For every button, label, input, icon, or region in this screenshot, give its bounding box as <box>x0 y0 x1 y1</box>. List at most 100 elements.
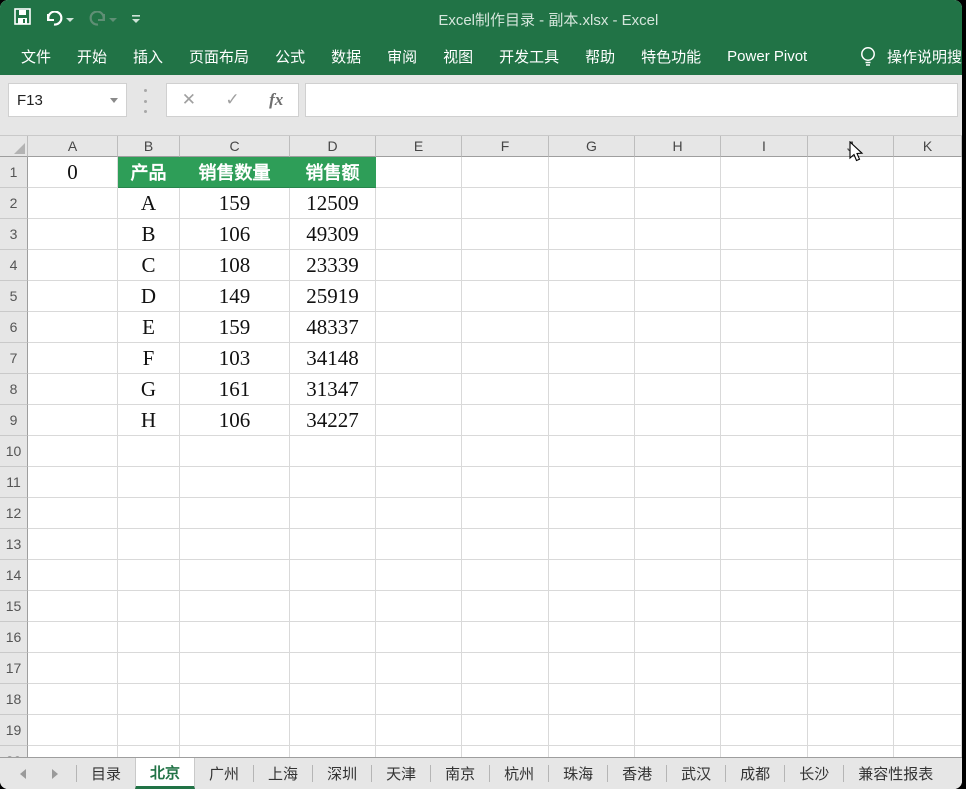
ribbon-tab-开发工具[interactable]: 开发工具 <box>486 38 572 75</box>
cell-E9[interactable] <box>376 405 462 436</box>
cell-B8[interactable]: G <box>118 374 180 405</box>
save-icon[interactable] <box>14 8 31 30</box>
cell-F18[interactable] <box>462 684 549 715</box>
cancel-icon[interactable]: ✕ <box>182 90 196 110</box>
cell-F1[interactable] <box>462 157 549 188</box>
cell-D14[interactable] <box>290 560 376 591</box>
cell-D13[interactable] <box>290 529 376 560</box>
column-header-C[interactable]: C <box>180 136 290 157</box>
ribbon-tab-公式[interactable]: 公式 <box>262 38 318 75</box>
cell-G3[interactable] <box>549 219 635 250</box>
cell-F13[interactable] <box>462 529 549 560</box>
cell-A20[interactable] <box>28 746 118 757</box>
cell-K20[interactable] <box>894 746 962 757</box>
sheet-tab-北京[interactable]: 北京 <box>135 758 195 789</box>
cell-K7[interactable] <box>894 343 962 374</box>
cell-C12[interactable] <box>180 498 290 529</box>
cell-G5[interactable] <box>549 281 635 312</box>
cell-I14[interactable] <box>721 560 808 591</box>
cell-A13[interactable] <box>28 529 118 560</box>
cell-I17[interactable] <box>721 653 808 684</box>
cell-G15[interactable] <box>549 591 635 622</box>
cell-G16[interactable] <box>549 622 635 653</box>
cell-C8[interactable]: 161 <box>180 374 290 405</box>
cell-G17[interactable] <box>549 653 635 684</box>
cell-I10[interactable] <box>721 436 808 467</box>
cell-J4[interactable] <box>808 250 894 281</box>
cell-C17[interactable] <box>180 653 290 684</box>
cell-I3[interactable] <box>721 219 808 250</box>
column-header-E[interactable]: E <box>376 136 462 157</box>
cell-A14[interactable] <box>28 560 118 591</box>
enter-icon[interactable]: ✓ <box>225 90 239 110</box>
cell-I7[interactable] <box>721 343 808 374</box>
cell-C7[interactable]: 103 <box>180 343 290 374</box>
cell-C16[interactable] <box>180 622 290 653</box>
cell-E6[interactable] <box>376 312 462 343</box>
cell-D15[interactable] <box>290 591 376 622</box>
formula-input[interactable] <box>305 83 958 117</box>
ribbon-tab-审阅[interactable]: 审阅 <box>374 38 430 75</box>
insert-function-icon[interactable]: fx <box>269 90 283 110</box>
cell-G18[interactable] <box>549 684 635 715</box>
cell-I6[interactable] <box>721 312 808 343</box>
cell-I8[interactable] <box>721 374 808 405</box>
prev-sheet-icon[interactable] <box>20 769 26 779</box>
cell-F4[interactable] <box>462 250 549 281</box>
cell-C13[interactable] <box>180 529 290 560</box>
ribbon-tab-数据[interactable]: 数据 <box>318 38 374 75</box>
cell-J9[interactable] <box>808 405 894 436</box>
cell-I5[interactable] <box>721 281 808 312</box>
undo-button[interactable] <box>45 11 74 27</box>
cell-A18[interactable] <box>28 684 118 715</box>
sheet-tab-杭州[interactable]: 杭州 <box>490 758 548 789</box>
cell-H16[interactable] <box>635 622 721 653</box>
row-header-20[interactable]: 20 <box>0 746 28 757</box>
cell-H12[interactable] <box>635 498 721 529</box>
cell-H10[interactable] <box>635 436 721 467</box>
sheet-tab-南京[interactable]: 南京 <box>431 758 489 789</box>
cell-A8[interactable] <box>28 374 118 405</box>
cell-H19[interactable] <box>635 715 721 746</box>
cell-F12[interactable] <box>462 498 549 529</box>
cell-D8[interactable]: 31347 <box>290 374 376 405</box>
cell-G13[interactable] <box>549 529 635 560</box>
cell-D7[interactable]: 34148 <box>290 343 376 374</box>
row-header-6[interactable]: 6 <box>0 312 28 343</box>
cell-I9[interactable] <box>721 405 808 436</box>
cell-C10[interactable] <box>180 436 290 467</box>
cell-A17[interactable] <box>28 653 118 684</box>
cell-K8[interactable] <box>894 374 962 405</box>
sheet-tab-兼容性报表[interactable]: 兼容性报表 <box>844 758 947 789</box>
row-header-4[interactable]: 4 <box>0 250 28 281</box>
cell-G9[interactable] <box>549 405 635 436</box>
row-header-18[interactable]: 18 <box>0 684 28 715</box>
row-header-13[interactable]: 13 <box>0 529 28 560</box>
cell-E4[interactable] <box>376 250 462 281</box>
cell-C14[interactable] <box>180 560 290 591</box>
cell-H14[interactable] <box>635 560 721 591</box>
row-header-3[interactable]: 3 <box>0 219 28 250</box>
sheet-tab-武汉[interactable]: 武汉 <box>667 758 725 789</box>
cell-J8[interactable] <box>808 374 894 405</box>
row-header-8[interactable]: 8 <box>0 374 28 405</box>
cell-H1[interactable] <box>635 157 721 188</box>
column-header-K[interactable]: K <box>894 136 962 157</box>
cell-A15[interactable] <box>28 591 118 622</box>
cell-A4[interactable] <box>28 250 118 281</box>
cell-E3[interactable] <box>376 219 462 250</box>
cell-E20[interactable] <box>376 746 462 757</box>
ribbon-tab-页面布局[interactable]: 页面布局 <box>176 38 262 75</box>
cell-C1[interactable]: 销售数量 <box>180 157 290 188</box>
cell-H2[interactable] <box>635 188 721 219</box>
cell-G2[interactable] <box>549 188 635 219</box>
cell-E5[interactable] <box>376 281 462 312</box>
cell-A5[interactable] <box>28 281 118 312</box>
row-header-11[interactable]: 11 <box>0 467 28 498</box>
cell-G19[interactable] <box>549 715 635 746</box>
cell-C11[interactable] <box>180 467 290 498</box>
cell-B9[interactable]: H <box>118 405 180 436</box>
row-header-5[interactable]: 5 <box>0 281 28 312</box>
row-header-2[interactable]: 2 <box>0 188 28 219</box>
cell-E18[interactable] <box>376 684 462 715</box>
